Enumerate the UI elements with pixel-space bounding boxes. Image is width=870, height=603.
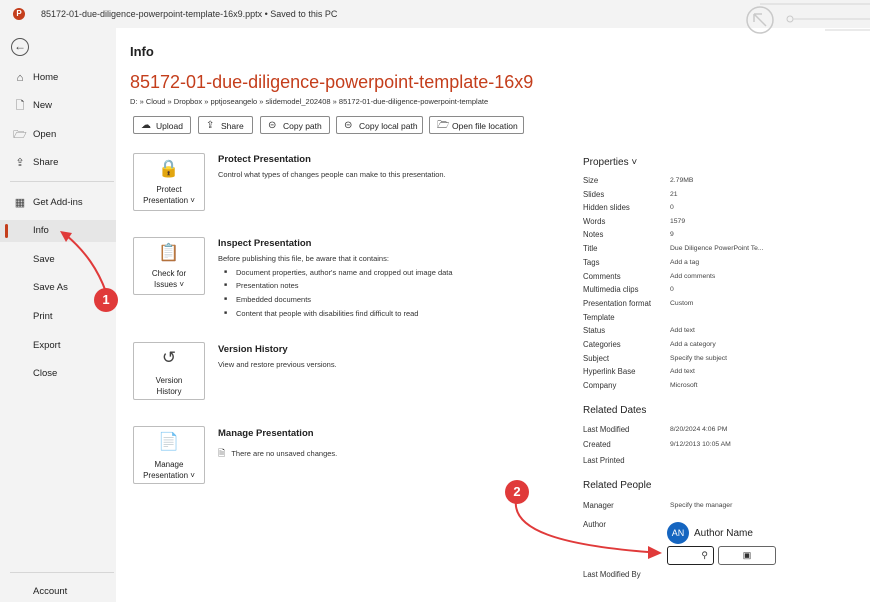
annotation-badge-2: 2 [505, 480, 529, 504]
annotation-badge-1: 1 [94, 288, 118, 312]
annotation-arrows [60, 231, 662, 559]
